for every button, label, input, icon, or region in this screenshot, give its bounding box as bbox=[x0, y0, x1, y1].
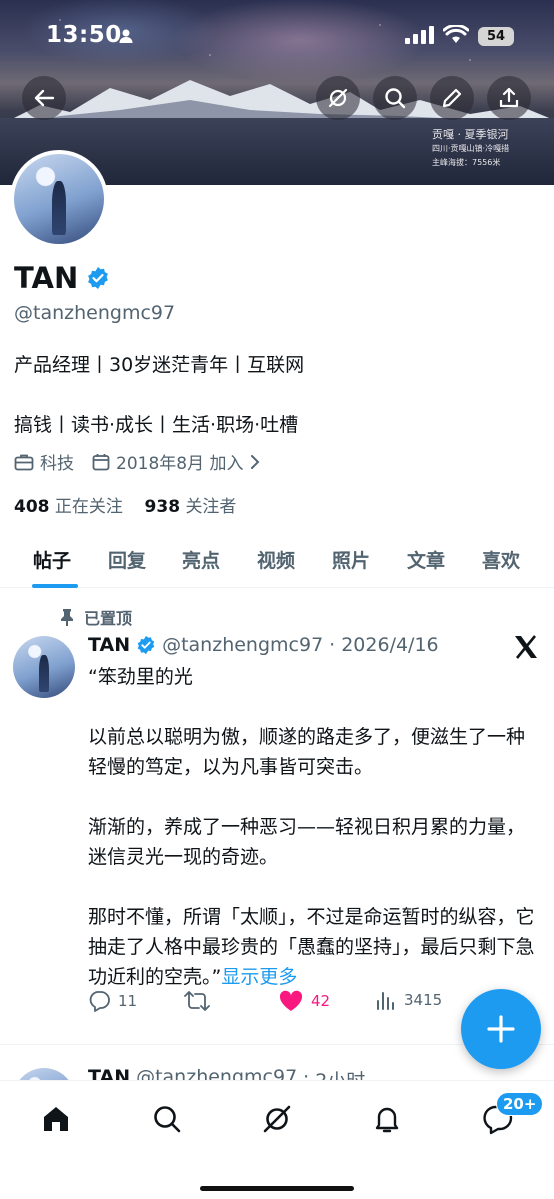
avatar-figure bbox=[51, 181, 67, 235]
banner-caption: 贡嘎 · 夏季银河 四川·贡嘎山镇·冷嘎措 主峰海拔：7556米 bbox=[432, 128, 509, 170]
post-author-name[interactable]: TAN bbox=[88, 634, 130, 656]
like-button[interactable]: 42 bbox=[279, 990, 330, 1012]
verified-badge-icon bbox=[88, 267, 109, 289]
share-icon bbox=[499, 87, 519, 108]
post-separator-dot: · bbox=[329, 634, 336, 656]
profile-name: TAN bbox=[14, 261, 110, 295]
bell-icon bbox=[375, 1107, 399, 1133]
post-actions: 11 42 3415 bbox=[88, 990, 528, 1020]
pinned-label: 已置顶 bbox=[84, 609, 133, 628]
nav-home[interactable] bbox=[36, 1099, 76, 1139]
post-text[interactable]: “笨劲里的光 以前总以聪明为傲，顺遂的路走多了，便滋生了一种轻慢的笃定，以为凡事… bbox=[88, 662, 540, 992]
grok-icon bbox=[328, 88, 348, 108]
profile-name-text: TAN bbox=[14, 261, 79, 295]
edit-icon bbox=[442, 88, 462, 108]
banner-caption-elevation: 主峰海拔：7556米 bbox=[432, 158, 501, 167]
banner-caption-location: 四川·贡嘎山镇·冷嘎措 bbox=[432, 144, 510, 153]
tab-articles[interactable]: 文章 bbox=[407, 546, 445, 573]
profile-avatar[interactable] bbox=[10, 150, 108, 248]
post-paragraph: 以前总以聪明为傲，顺遂的路走多了，便滋生了一种轻慢的笃定，以为凡事皆可突击。 bbox=[88, 726, 526, 778]
edit-button[interactable] bbox=[430, 76, 474, 120]
tab-replies[interactable]: 回复 bbox=[108, 546, 146, 573]
post-paragraph-text: 那时不懂，所谓「太顺」，不过是命运暂时的纵容，它抽走了人格中最珍贵的「愚蠢的坚持… bbox=[88, 906, 535, 988]
tab-posts[interactable]: 帖子 bbox=[33, 546, 71, 573]
like-count: 42 bbox=[311, 992, 331, 1010]
nav-search[interactable] bbox=[147, 1099, 187, 1139]
heart-filled-icon bbox=[279, 990, 303, 1011]
search-icon bbox=[154, 1106, 181, 1133]
tab-videos[interactable]: 视频 bbox=[257, 546, 295, 573]
views-count: 3415 bbox=[404, 991, 443, 1009]
briefcase-icon bbox=[14, 454, 34, 470]
grok-button[interactable] bbox=[316, 76, 360, 120]
search-button[interactable] bbox=[373, 76, 417, 120]
followers-count: 938 bbox=[144, 497, 181, 517]
post-header: TAN @tanzhengmc97 · 2026/4/16 bbox=[88, 634, 439, 656]
wifi-icon bbox=[443, 25, 469, 43]
nav-grok[interactable] bbox=[257, 1099, 297, 1139]
reply-count: 11 bbox=[118, 992, 138, 1010]
post-date[interactable]: 2026/4/16 bbox=[341, 634, 438, 656]
followers-link[interactable]: 938 关注者 bbox=[145, 497, 237, 517]
views-button[interactable]: 3415 bbox=[376, 990, 442, 1010]
tab-photos[interactable]: 照片 bbox=[332, 546, 370, 573]
back-arrow-icon bbox=[34, 89, 55, 107]
status-time: 13:50 bbox=[46, 22, 122, 48]
post-author-handle[interactable]: @tanzhengmc97 bbox=[162, 634, 323, 656]
reply-button[interactable]: 11 bbox=[88, 990, 137, 1012]
grok-icon bbox=[263, 1105, 291, 1133]
profile-joined-text: 2018年8月 加入 bbox=[116, 454, 244, 474]
profile-tabs: 帖子 回复 亮点 视频 照片 文章 喜欢 bbox=[0, 530, 554, 588]
chevron-right-icon bbox=[251, 454, 260, 469]
repost-icon bbox=[184, 991, 210, 1011]
following-label: 正在关注 bbox=[54, 497, 123, 517]
banner-caption-title: 贡嘎 · 夏季银河 bbox=[432, 128, 509, 141]
search-icon bbox=[385, 88, 406, 109]
post-paragraph-last: 那时不懂，所谓「太顺」，不过是命运暂时的纵容，它抽走了人格中最珍贵的「愚蠢的坚持… bbox=[88, 902, 540, 992]
signal-icon bbox=[405, 26, 434, 44]
x-logo-icon bbox=[515, 635, 537, 659]
compose-button[interactable] bbox=[461, 989, 541, 1069]
profile-joined[interactable]: 2018年8月 加入 bbox=[92, 449, 261, 474]
reply-icon bbox=[89, 991, 110, 1012]
battery-indicator: 54 bbox=[478, 27, 514, 46]
following-count: 408 bbox=[14, 497, 50, 517]
show-more-link[interactable]: 显示更多 bbox=[221, 966, 297, 988]
profile-category: 科技 bbox=[14, 449, 74, 474]
followers-label: 关注者 bbox=[185, 497, 237, 517]
home-indicator bbox=[200, 1186, 354, 1191]
profile-bio-line2: 搞钱丨读书·成长丨生活·职场·吐槽 bbox=[14, 414, 299, 436]
follow-stats: 408 正在关注 938 关注者 bbox=[14, 492, 236, 517]
nav-notifications[interactable] bbox=[367, 1099, 407, 1139]
views-chart-icon bbox=[377, 992, 394, 1010]
avatar-figure bbox=[39, 654, 49, 692]
pinned-indicator: 已置顶 bbox=[60, 605, 132, 629]
profile-handle: @tanzhengmc97 bbox=[14, 302, 176, 324]
person-icon bbox=[119, 29, 133, 43]
following-link[interactable]: 408 正在关注 bbox=[14, 497, 123, 517]
post-avatar[interactable] bbox=[13, 636, 75, 698]
plus-icon bbox=[487, 1015, 515, 1043]
status-bar: 13:50 54 bbox=[0, 0, 554, 72]
tab-highlights[interactable]: 亮点 bbox=[182, 546, 220, 573]
home-icon bbox=[44, 1107, 68, 1131]
repost-button[interactable] bbox=[184, 990, 210, 1012]
post-paragraph: 渐渐的，养成了一种恶习——轻视日积月累的力量，迷信灵光一现的奇迹。 bbox=[88, 816, 526, 868]
profile-bio-line1: 产品经理丨30岁迷茫青年丨互联网 bbox=[14, 354, 305, 376]
pin-icon bbox=[61, 609, 73, 626]
profile-category-text: 科技 bbox=[40, 454, 74, 474]
back-button[interactable] bbox=[22, 76, 66, 120]
share-button[interactable] bbox=[487, 76, 531, 120]
messages-badge: 20+ bbox=[496, 1092, 544, 1116]
bottom-navigation bbox=[0, 1080, 554, 1199]
tab-likes[interactable]: 喜欢 bbox=[482, 546, 520, 573]
active-tab-indicator bbox=[32, 584, 78, 588]
calendar-icon bbox=[92, 453, 110, 470]
profile-meta: 科技 2018年8月 加入 bbox=[14, 449, 279, 474]
post-paragraph: “笨劲里的光 bbox=[88, 666, 193, 688]
verified-badge-icon bbox=[137, 635, 155, 655]
